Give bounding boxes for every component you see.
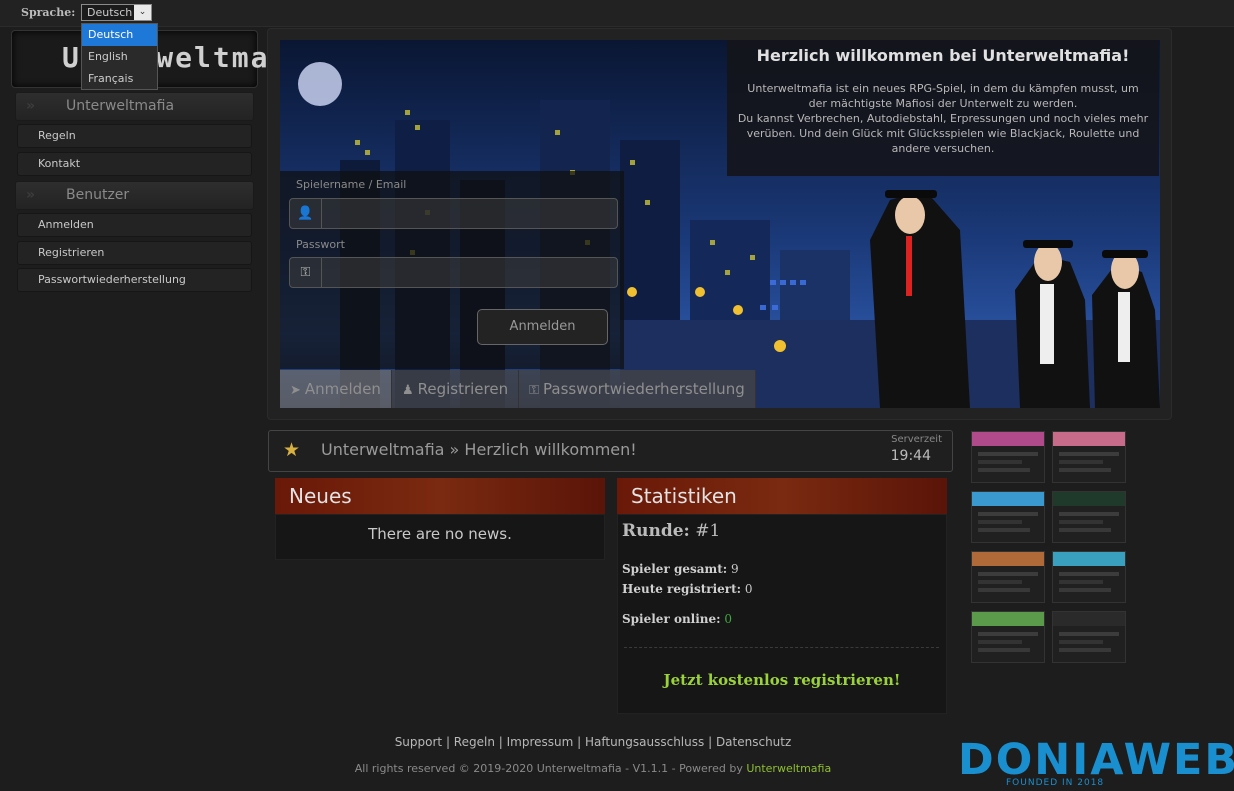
players-total: Spieler gesamt: 9 — [622, 562, 739, 576]
language-option-english[interactable]: English — [82, 46, 157, 68]
language-option-deutsch[interactable]: Deutsch — [82, 24, 157, 46]
footer-links: Support | Regeln | Impressum | Haftungsa… — [394, 735, 792, 749]
divider — [624, 647, 939, 648]
password-field[interactable]: ⚿ — [289, 257, 618, 288]
sidebar-item-regeln[interactable]: Regeln — [17, 124, 252, 148]
username-label: Spielername / Email — [296, 178, 407, 191]
sidebar-heading-benutzer: » Benutzer — [15, 181, 254, 210]
news-panel-title: Neues — [275, 478, 605, 514]
players-online: Spieler online: 0 — [622, 612, 733, 626]
register-cta-link[interactable]: Jetzt kostenlos registrieren! — [617, 671, 947, 689]
screenshot-thumbnail[interactable] — [971, 431, 1045, 483]
language-option-francais[interactable]: Français — [82, 68, 157, 90]
chevron-down-icon[interactable]: ⌄ — [134, 5, 151, 20]
tab-anmelden[interactable]: ➤ Anmelden — [280, 370, 392, 408]
footer-link-regeln[interactable]: Regeln — [454, 735, 495, 749]
sidebar-item-anmelden[interactable]: Anmelden — [17, 213, 252, 237]
stats-panel-title: Statistiken — [617, 478, 947, 514]
key-icon: ⚿ — [290, 258, 322, 287]
sidebar-item-registrieren[interactable]: Registrieren — [17, 241, 252, 265]
watermark-logo: DONIAWEB — [958, 735, 1234, 785]
watermark-tagline: FOUNDED IN 2018 — [1006, 778, 1105, 788]
welcome-text-1: Unterweltmafia ist ein neues RPG-Spiel, … — [747, 82, 1139, 110]
language-select[interactable]: Deutsch ⌄ — [81, 4, 152, 21]
tab-passwortwiederherstellung[interactable]: ⚿ Passwortwiederherstellung — [519, 370, 756, 408]
language-label: Sprache: — [21, 6, 76, 19]
welcome-text-2: Du kannst Verbrechen, Autodiebstahl, Erp… — [737, 112, 1149, 155]
sidebar-item-kontakt[interactable]: Kontakt — [17, 152, 252, 176]
footer-copyright: All rights reserved © 2019-2020 Unterwel… — [354, 762, 832, 775]
round-value: #1 — [695, 521, 721, 541]
round-info: Runde: #1 — [622, 521, 720, 541]
welcome-title: Herzlich willkommen bei Unterweltmafia! — [756, 46, 1130, 65]
powered-by-link[interactable]: Unterweltmafia — [746, 762, 831, 775]
language-dropdown: Deutsch English Français — [81, 23, 158, 90]
footer-link-haftungsausschluss[interactable]: Haftungsausschluss — [585, 735, 704, 749]
screenshot-thumbnail[interactable] — [1052, 431, 1126, 483]
breadcrumb: ★ Unterweltmafia » Herzlich willkommen! … — [268, 430, 953, 472]
welcome-box: Herzlich willkommen bei Unterweltmafia! … — [727, 40, 1159, 176]
footer-link-support[interactable]: Support — [395, 735, 442, 749]
key-icon: ⚿ — [529, 383, 540, 398]
top-bar — [0, 0, 1234, 27]
breadcrumb-text: Unterweltmafia » Herzlich willkommen! — [321, 440, 637, 459]
star-icon: ★ — [283, 439, 301, 461]
language-select-value: Deutsch — [87, 6, 133, 19]
hero-tabs: ➤ Anmelden ♟ Registrieren ⚿ Passwortwiederh… — [280, 370, 756, 408]
user-icon: 👤 — [290, 199, 322, 228]
screenshot-thumbnail[interactable] — [971, 551, 1045, 603]
footer-link-datenschutz[interactable]: Datenschutz — [716, 735, 791, 749]
screenshot-thumbnail[interactable] — [971, 491, 1045, 543]
screenshot-thumbnail[interactable] — [1052, 551, 1126, 603]
sidebar-item-passwortwiederherstellung[interactable]: Passwortwiederherstellung — [17, 268, 252, 292]
round-label: Runde: — [622, 521, 690, 541]
screenshot-thumbnail[interactable] — [971, 611, 1045, 663]
password-label: Passwort — [296, 238, 345, 251]
news-empty-text: There are no news. — [368, 525, 512, 543]
sidebar-heading-unterweltmafia: » Unterweltmafia — [15, 92, 254, 121]
rocket-icon: ➤ — [290, 383, 301, 398]
double-chevron-icon: » — [26, 187, 36, 203]
users-icon: ♟ — [401, 383, 414, 398]
registered-today: Heute registriert: 0 — [622, 582, 753, 596]
server-time-label: Serverzeit — [891, 434, 942, 445]
double-chevron-icon: » — [26, 98, 36, 114]
tab-registrieren[interactable]: ♟ Registrieren — [391, 370, 520, 408]
footer-link-impressum[interactable]: Impressum — [507, 735, 574, 749]
username-field[interactable]: 👤 — [289, 198, 618, 229]
login-button[interactable]: Anmelden — [477, 309, 608, 345]
screenshot-thumbnail[interactable] — [1052, 611, 1126, 663]
screenshot-thumbnail[interactable] — [1052, 491, 1126, 543]
server-time-value: 19:44 — [890, 448, 931, 464]
